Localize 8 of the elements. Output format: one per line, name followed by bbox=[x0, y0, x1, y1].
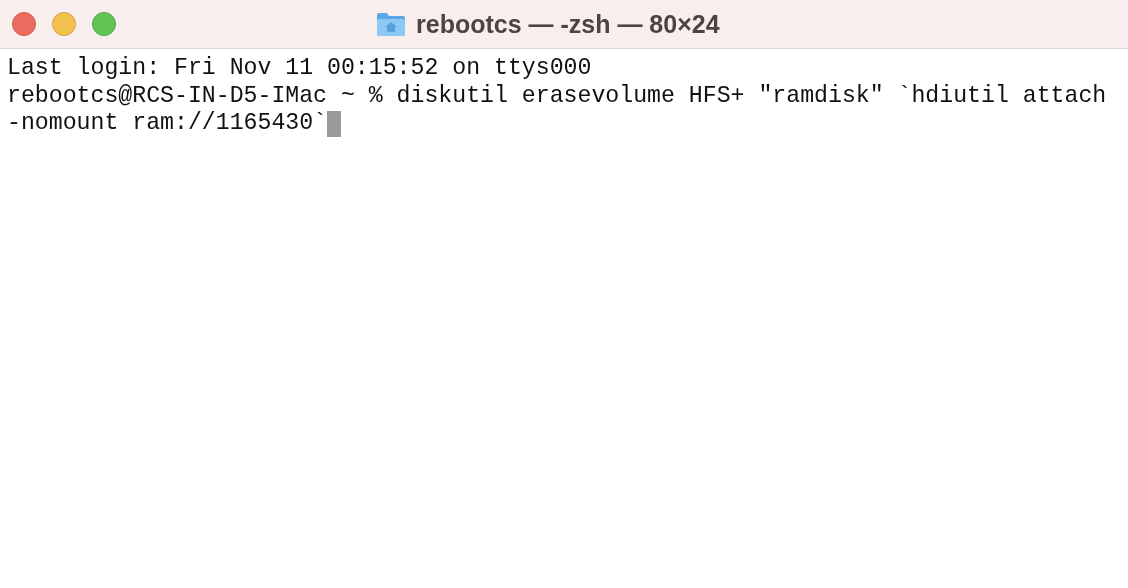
terminal-line: -nomount ram://1165430` bbox=[7, 110, 328, 138]
home-folder-icon bbox=[376, 11, 406, 37]
terminal-line: Last login: Fri Nov 11 00:15:52 on ttys000 bbox=[7, 55, 592, 83]
terminal-line: rebootcs@RCS-IN-D5-IMac ~ % diskutil erasevolume HFS+ "ramdisk" `hdiutil attach bbox=[7, 82, 1107, 110]
window-title: rebootcs — -zsh — 80×24 bbox=[416, 9, 720, 39]
minimize-button[interactable] bbox=[52, 12, 76, 36]
close-button[interactable] bbox=[12, 12, 36, 36]
zoom-button[interactable] bbox=[92, 12, 116, 36]
